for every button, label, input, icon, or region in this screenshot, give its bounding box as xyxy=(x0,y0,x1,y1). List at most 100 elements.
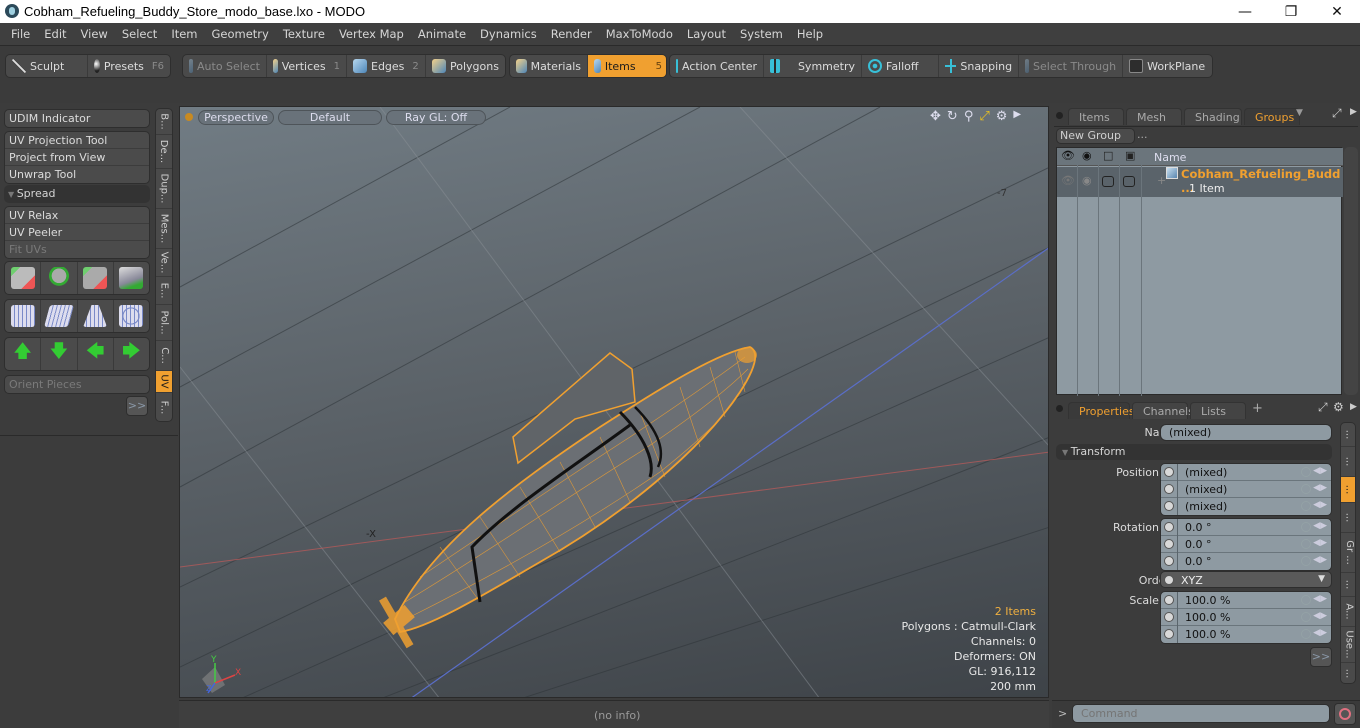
vtab-uv[interactable]: UV xyxy=(156,371,172,393)
project-from-view-button[interactable]: Project from View xyxy=(5,149,149,166)
row-select-toggle[interactable] xyxy=(1123,176,1135,187)
uv-scale-button[interactable] xyxy=(78,262,114,294)
row-lock-toggle[interactable] xyxy=(1102,176,1114,187)
panel-arrow-icon[interactable]: ▶ xyxy=(1350,107,1357,117)
menu-layout[interactable]: Layout xyxy=(680,27,733,41)
tab-items[interactable]: Items xyxy=(1068,108,1124,125)
expand-plus-icon[interactable]: + xyxy=(1157,174,1166,187)
groups-scrollbar[interactable] xyxy=(1344,147,1358,395)
side-tab-active[interactable]: ... xyxy=(1341,477,1355,503)
materials-button[interactable]: Materials xyxy=(510,55,588,77)
menu-geometry[interactable]: Geometry xyxy=(205,27,276,41)
order-dropdown[interactable]: XYZ ▼ xyxy=(1160,571,1332,588)
row-camera-icon[interactable]: ◉ xyxy=(1082,174,1092,187)
keyframe-dot-icon[interactable] xyxy=(1164,556,1174,566)
drag-arrows-icon[interactable]: ◀▶ xyxy=(1313,466,1327,476)
settings-gear-icon[interactable]: ⚙ xyxy=(996,109,1008,124)
keyframe-dot-icon[interactable] xyxy=(1164,501,1174,511)
rotation-y-field[interactable]: 0.0 ° ◀▶ xyxy=(1161,536,1331,553)
drag-arrows-icon[interactable]: ◀▶ xyxy=(1313,555,1327,565)
side-tab-6[interactable]: ... xyxy=(1341,573,1355,597)
fit-uvs-button[interactable]: Fit UVs xyxy=(5,241,149,258)
reset-icon[interactable] xyxy=(1301,484,1311,494)
tabs-dropdown-icon[interactable]: ▼ xyxy=(1296,108,1303,118)
shading-dropdown[interactable]: Default xyxy=(278,110,382,125)
reset-icon[interactable] xyxy=(1301,629,1311,639)
vtab-dup[interactable]: Dup... xyxy=(156,169,172,209)
props-menu-dot-icon[interactable] xyxy=(1056,405,1063,412)
uv-rotate-button[interactable] xyxy=(41,262,78,294)
orient-pieces-button[interactable]: Orient Pieces xyxy=(5,376,149,393)
reset-icon[interactable] xyxy=(1301,522,1311,532)
rotation-z-field[interactable]: 0.0 ° ◀▶ xyxy=(1161,553,1331,570)
vtab-ve[interactable]: Ve... xyxy=(156,249,172,277)
align-right-button[interactable]: 🡆 xyxy=(114,338,149,370)
scale-z-field[interactable]: 100.0 % ◀▶ xyxy=(1161,626,1331,643)
menu-animate[interactable]: Animate xyxy=(411,27,473,41)
menu-dynamics[interactable]: Dynamics xyxy=(473,27,544,41)
rotate-icon[interactable]: ↻ xyxy=(947,109,958,124)
side-tab-4[interactable]: ... xyxy=(1341,503,1355,533)
drag-arrows-icon[interactable]: ◀▶ xyxy=(1313,594,1327,604)
presets-button[interactable]: Presets F6 xyxy=(88,55,170,77)
vtab-mes[interactable]: Mes... xyxy=(156,209,172,249)
side-tab-2[interactable]: ... xyxy=(1341,447,1355,477)
menu-texture[interactable]: Texture xyxy=(276,27,332,41)
select-through-button[interactable]: Select Through xyxy=(1019,55,1124,77)
drag-arrows-icon[interactable]: ◀▶ xyxy=(1313,611,1327,621)
auto-select-button[interactable]: Auto Select xyxy=(183,55,267,77)
visibility-eye-icon[interactable]: 👁 xyxy=(1061,149,1075,162)
minimize-button[interactable]: — xyxy=(1222,0,1268,23)
menu-item[interactable]: Item xyxy=(164,27,204,41)
edges-button[interactable]: Edges 2 xyxy=(347,55,426,77)
row-eye-icon[interactable]: 👁 xyxy=(1061,174,1075,187)
reset-icon[interactable] xyxy=(1301,467,1311,477)
uv-unwrap-button[interactable] xyxy=(5,300,42,332)
unwrap-tool-button[interactable]: Unwrap Tool xyxy=(5,166,149,183)
render-camera-icon[interactable]: ◉ xyxy=(1082,149,1092,162)
tab-mesh[interactable]: Mesh ... xyxy=(1126,108,1182,141)
uv-move-button[interactable] xyxy=(5,262,42,294)
expand-arrow-icon[interactable]: ▶ xyxy=(1013,109,1021,124)
polygons-button[interactable]: Polygons xyxy=(426,55,505,77)
keyframe-dot-icon[interactable] xyxy=(1164,575,1174,585)
tab-lists[interactable]: Lists xyxy=(1190,402,1246,419)
action-center-button[interactable]: Action Center xyxy=(670,55,764,77)
more-tools-button[interactable]: >> xyxy=(126,396,148,416)
props-arrow-icon[interactable]: ▶ xyxy=(1350,402,1357,412)
tab-groups[interactable]: Groups xyxy=(1244,108,1300,125)
props-gear-icon[interactable]: ⚙ xyxy=(1333,400,1344,414)
menu-maxtomodo[interactable]: MaxToModo xyxy=(599,27,680,41)
uv-sphere-button[interactable] xyxy=(114,300,149,332)
vtab-b[interactable]: B... xyxy=(156,109,172,135)
expand-panel-icon[interactable]: ⤢ xyxy=(1332,106,1342,121)
drag-arrows-icon[interactable]: ◀▶ xyxy=(1313,500,1327,510)
sculpt-button[interactable]: Sculpt xyxy=(6,55,88,77)
uv-trapezoid-button[interactable] xyxy=(78,300,114,332)
vtab-f[interactable]: F... xyxy=(156,393,172,421)
close-button[interactable]: ✕ xyxy=(1314,0,1360,23)
tab-properties[interactable]: Properties xyxy=(1068,402,1135,419)
3d-viewport[interactable]: -X -7 Y X Z Perspective Default Ray GL: … xyxy=(179,106,1049,698)
keyframe-dot-icon[interactable] xyxy=(1164,484,1174,494)
position-y-field[interactable]: (mixed) ◀▶ xyxy=(1161,481,1331,498)
add-tab-button[interactable]: + xyxy=(1252,401,1263,416)
panel-menu-dot-icon[interactable] xyxy=(1056,112,1063,119)
falloff-button[interactable]: Falloff xyxy=(862,55,940,77)
raygl-toggle[interactable]: Ray GL: Off xyxy=(386,110,486,125)
menu-edit[interactable]: Edit xyxy=(37,27,73,41)
lock-cube-icon[interactable]: □ xyxy=(1103,149,1113,162)
menu-view[interactable]: View xyxy=(74,27,115,41)
reset-icon[interactable] xyxy=(1301,595,1311,605)
name-column-header[interactable]: Name xyxy=(1154,151,1186,164)
vtab-e[interactable]: E... xyxy=(156,277,172,305)
drag-arrows-icon[interactable]: ◀▶ xyxy=(1313,483,1327,493)
pan-icon[interactable]: ✥ xyxy=(930,109,941,124)
menu-vertex-map[interactable]: Vertex Map xyxy=(332,27,411,41)
keyframe-dot-icon[interactable] xyxy=(1164,467,1174,477)
reset-icon[interactable] xyxy=(1301,556,1311,566)
props-expand-icon[interactable]: ⤢ xyxy=(1318,400,1328,415)
vertices-button[interactable]: Vertices 1 xyxy=(267,55,347,77)
name-field[interactable]: (mixed) xyxy=(1160,424,1332,441)
uv-relax-button[interactable]: UV Relax xyxy=(5,207,149,224)
